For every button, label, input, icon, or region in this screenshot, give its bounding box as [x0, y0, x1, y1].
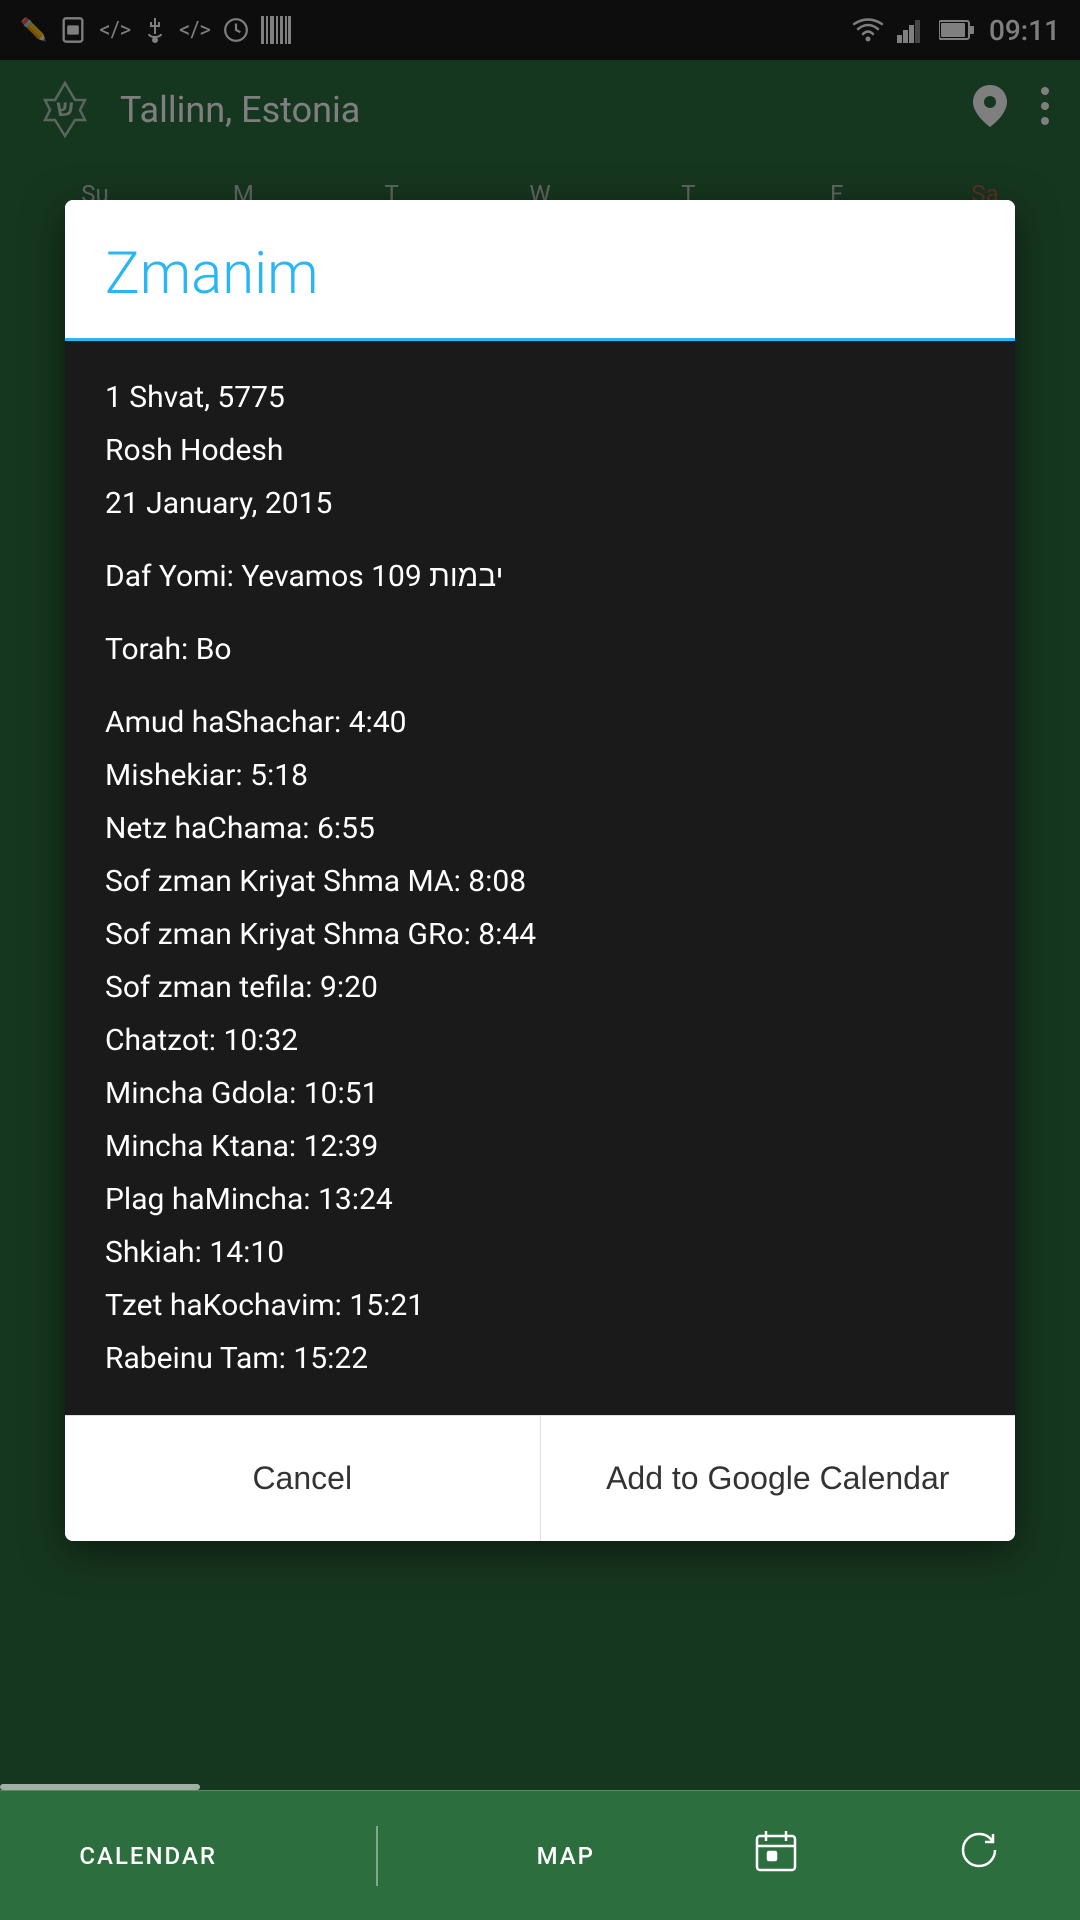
refresh-icon	[957, 1828, 1001, 1883]
gregorian-date-line: 21 January, 2015	[105, 477, 975, 530]
time-line-12: Rabeinu Tam: 15:22	[105, 1332, 975, 1385]
cancel-button[interactable]: Cancel	[65, 1416, 541, 1541]
time-line-6: Chatzot: 10:32	[105, 1014, 975, 1067]
time-line-7: Mincha Gdola: 10:51	[105, 1067, 975, 1120]
time-line-11: Tzet haKochavim: 15:21	[105, 1279, 975, 1332]
spacer-2	[105, 603, 975, 623]
time-line-8: Mincha Ktana: 12:39	[105, 1120, 975, 1173]
holiday-line: Rosh Hodesh	[105, 424, 975, 477]
time-line-3: Sof zman Kriyat Shma MA: 8:08	[105, 855, 975, 908]
hebrew-date-line: 1 Shvat, 5775	[105, 371, 975, 424]
nav-divider	[376, 1826, 378, 1886]
nav-map-label: MAP	[537, 1842, 595, 1870]
times-container: Amud haShachar: 4:40Mishekiar: 5:18Netz …	[105, 696, 975, 1385]
nav-item-map[interactable]: MAP	[537, 1842, 595, 1870]
calendar-icon	[754, 1828, 798, 1883]
spacer-3	[105, 676, 975, 696]
dialog-header: Zmanim	[65, 200, 1015, 341]
add-calendar-button[interactable]: Add to Google Calendar	[541, 1416, 1016, 1541]
time-line-10: Shkiah: 14:10	[105, 1226, 975, 1279]
torah-line: Torah: Bo	[105, 623, 975, 676]
nav-calendar-label: CALENDAR	[79, 1842, 217, 1870]
bottom-navigation: CALENDAR MAP	[0, 1790, 1080, 1920]
dialog-title: Zmanim	[105, 240, 975, 308]
dialog-content: 1 Shvat, 5775 Rosh Hodesh 21 January, 20…	[65, 341, 1015, 1415]
scroll-indicator	[0, 1784, 200, 1790]
time-line-9: Plag haMincha: 13:24	[105, 1173, 975, 1226]
time-line-2: Netz haChama: 6:55	[105, 802, 975, 855]
zmanim-dialog: Zmanim 1 Shvat, 5775 Rosh Hodesh 21 Janu…	[65, 200, 1015, 1541]
nav-item-calendar[interactable]: CALENDAR	[79, 1842, 217, 1870]
daf-yomi-line: Daf Yomi: Yevamos 109 יבמות	[105, 550, 975, 603]
spacer-1	[105, 530, 975, 550]
time-line-5: Sof zman tefila: 9:20	[105, 961, 975, 1014]
time-line-0: Amud haShachar: 4:40	[105, 696, 975, 749]
time-line-1: Mishekiar: 5:18	[105, 749, 975, 802]
dialog-actions: Cancel Add to Google Calendar	[65, 1415, 1015, 1541]
time-line-4: Sof zman Kriyat Shma GRo: 8:44	[105, 908, 975, 961]
nav-item-calendar-icon[interactable]	[754, 1828, 798, 1883]
nav-item-refresh[interactable]	[957, 1828, 1001, 1883]
